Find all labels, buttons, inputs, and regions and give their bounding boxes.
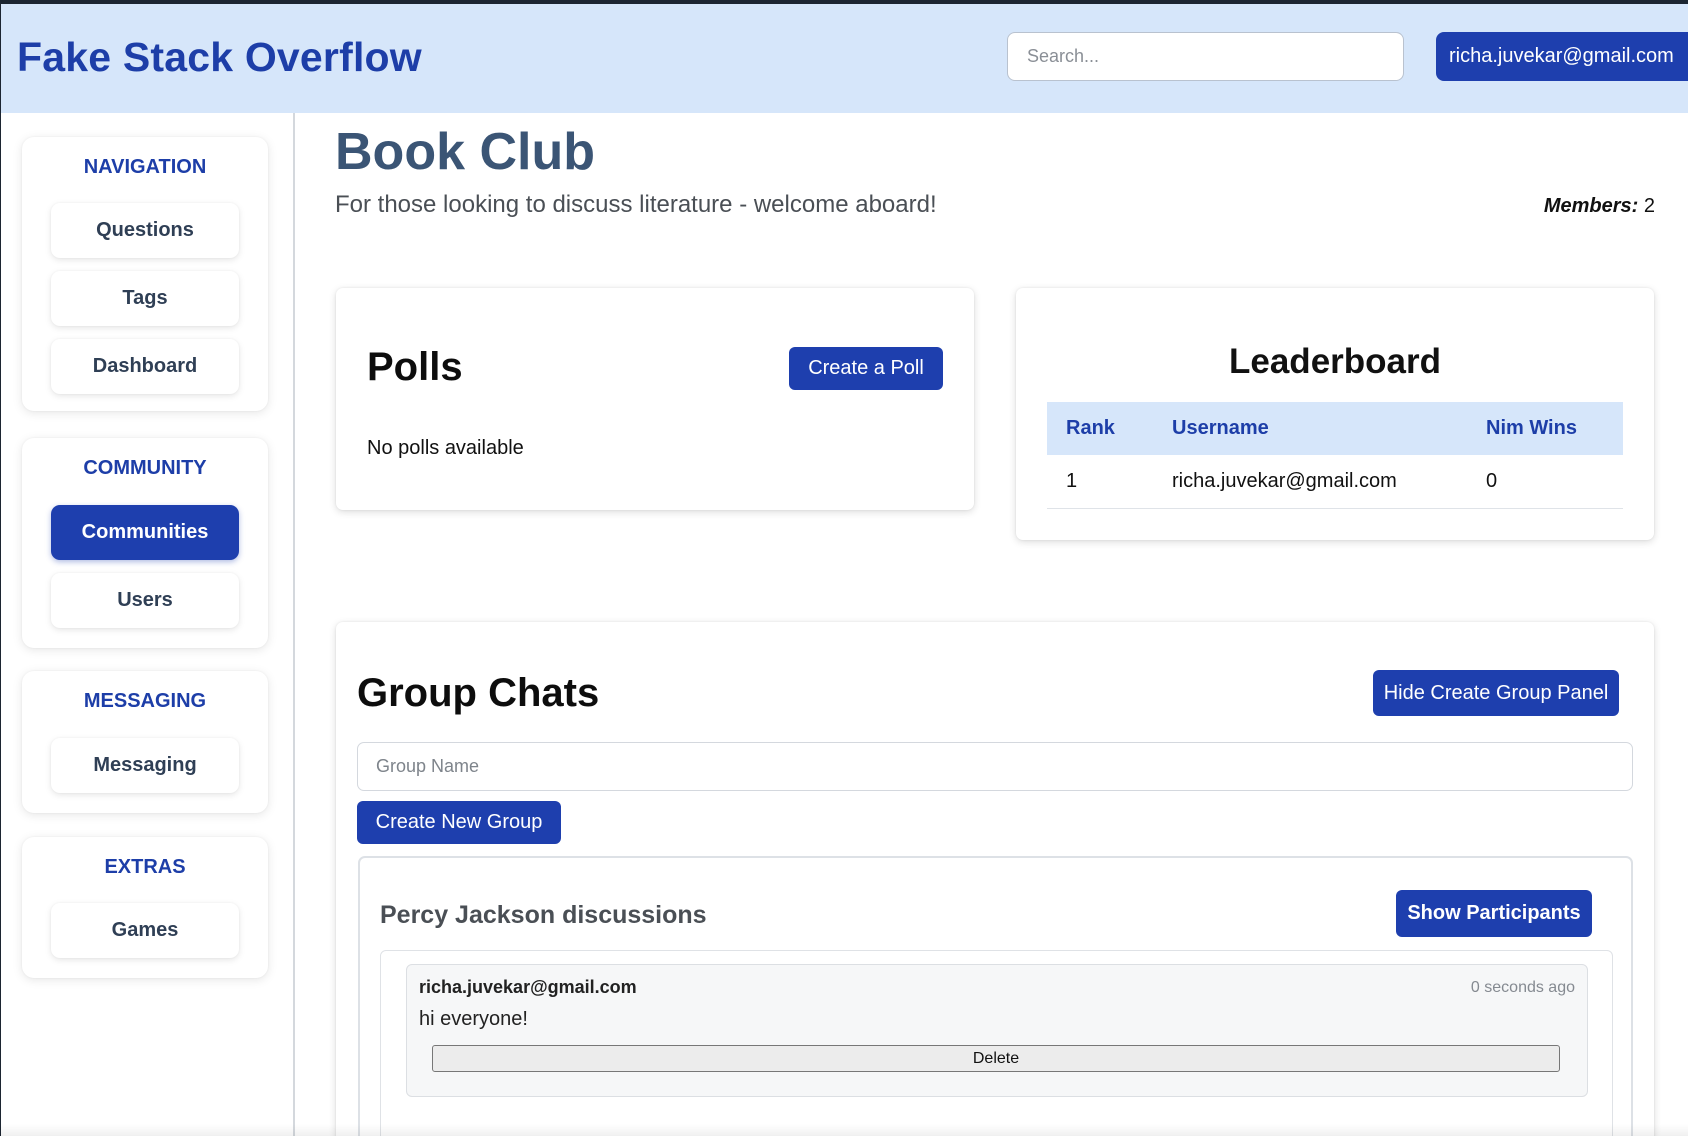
rank-cell: 1 bbox=[1047, 455, 1153, 509]
leaderboard-table: Rank Username Nim Wins 1 richa.juvekar@g… bbox=[1047, 402, 1623, 509]
group-chats-card: Group Chats Hide Create Group Panel Crea… bbox=[336, 622, 1654, 1136]
sidebar-divider bbox=[293, 113, 295, 1136]
sidebar-item-messaging[interactable]: Messaging bbox=[51, 738, 239, 793]
members-count: Members: 2 bbox=[1544, 195, 1655, 218]
app-logo[interactable]: Fake Stack Overflow bbox=[17, 34, 422, 81]
leaderboard-card: Leaderboard Rank Username Nim Wins 1 ric… bbox=[1016, 288, 1654, 540]
group-chats-title: Group Chats bbox=[357, 671, 600, 715]
nav-group-title: MESSAGING bbox=[83, 690, 207, 712]
bottom-fade bbox=[0, 1124, 1688, 1136]
sidebar-item-tags[interactable]: Tags bbox=[51, 271, 239, 326]
top-header: Fake Stack Overflow richa.juvekar@gmail.… bbox=[1, 4, 1688, 113]
nav-group-title: EXTRAS bbox=[104, 856, 186, 878]
create-new-group-button[interactable]: Create New Group bbox=[357, 801, 561, 844]
group-name-input[interactable] bbox=[357, 742, 1633, 791]
window-left-border bbox=[0, 0, 1, 1136]
table-row: 1 richa.juvekar@gmail.com 0 bbox=[1047, 455, 1623, 509]
search-input[interactable] bbox=[1007, 32, 1404, 81]
user-profile-button[interactable]: richa.juvekar@gmail.com bbox=[1436, 32, 1688, 81]
sidebar-item-dashboard[interactable]: Dashboard bbox=[51, 339, 239, 394]
leaderboard-title: Leaderboard bbox=[1229, 342, 1441, 381]
hide-create-group-panel-button[interactable]: Hide Create Group Panel bbox=[1373, 670, 1619, 716]
nav-group-navigation: NAVIGATION Questions Tags Dashboard bbox=[22, 137, 268, 411]
members-label: Members: bbox=[1543, 195, 1639, 217]
sidebar-item-users[interactable]: Users bbox=[51, 573, 239, 628]
column-header-rank: Rank bbox=[1047, 402, 1153, 455]
polls-empty-text: No polls available bbox=[367, 437, 524, 459]
delete-message-button[interactable]: Delete bbox=[432, 1045, 1560, 1072]
sidebar-item-games[interactable]: Games bbox=[51, 903, 239, 958]
nav-group-title: NAVIGATION bbox=[83, 156, 207, 178]
create-poll-button[interactable]: Create a Poll bbox=[789, 347, 943, 390]
username-cell: richa.juvekar@gmail.com bbox=[1153, 455, 1467, 509]
wins-cell: 0 bbox=[1467, 455, 1623, 509]
community-title: Book Club bbox=[335, 123, 595, 181]
column-header-nim-wins: Nim Wins bbox=[1467, 402, 1623, 455]
polls-title: Polls bbox=[367, 345, 463, 389]
leaderboard-header-row: Rank Username Nim Wins bbox=[1047, 402, 1623, 455]
message-author: richa.juvekar@gmail.com bbox=[419, 977, 637, 997]
polls-card: Polls Create a Poll No polls available bbox=[336, 288, 974, 510]
nav-group-community: COMMUNITY Communities Users bbox=[22, 438, 268, 648]
nav-group-extras: EXTRAS Games bbox=[22, 837, 268, 978]
group-chat-item: Percy Jackson discussions Show Participa… bbox=[358, 856, 1633, 1136]
nav-group-messaging: MESSAGING Messaging bbox=[22, 671, 268, 813]
column-header-username: Username bbox=[1153, 402, 1467, 455]
sidebar-item-communities[interactable]: Communities bbox=[51, 505, 239, 560]
message-text: hi everyone! bbox=[419, 1008, 528, 1030]
show-participants-button[interactable]: Show Participants bbox=[1396, 890, 1592, 937]
members-value: 2 bbox=[1643, 195, 1655, 217]
group-chat-name: Percy Jackson discussions bbox=[380, 901, 707, 929]
community-description: For those looking to discuss literature … bbox=[335, 191, 937, 218]
sidebar-item-questions[interactable]: Questions bbox=[51, 203, 239, 258]
nav-group-title: COMMUNITY bbox=[83, 457, 207, 479]
chat-message: richa.juvekar@gmail.com 0 seconds ago hi… bbox=[406, 964, 1588, 1097]
chat-messages-list: richa.juvekar@gmail.com 0 seconds ago hi… bbox=[380, 950, 1613, 1136]
message-timestamp: 0 seconds ago bbox=[1470, 979, 1575, 996]
